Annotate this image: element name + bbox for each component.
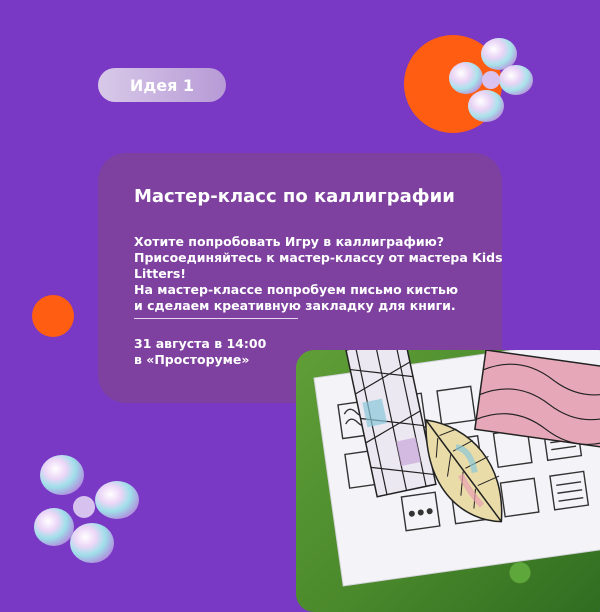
description-line: Присоединяйтесь к мастер-классу от масте… bbox=[134, 250, 503, 265]
idea-badge: Идея 1 bbox=[98, 68, 226, 102]
card-title: Мастер-класс по каллиграфии bbox=[134, 186, 455, 207]
event-location: в «Простоpуме» bbox=[134, 352, 250, 367]
description-line: и сделаем креативную закладку для книги. bbox=[134, 298, 456, 313]
idea-badge-label: Идея 1 bbox=[129, 75, 195, 95]
description-line: Хотите попробовать Игру в каллиграфию? bbox=[134, 234, 445, 249]
orange-circle-decoration-left bbox=[32, 295, 74, 337]
event-details: 31 августа в 14:00 в «Простоpуме» bbox=[134, 336, 266, 368]
calligraphy-photo bbox=[296, 350, 600, 612]
description-line: На мастер-классе попробуем письмо кистью bbox=[134, 282, 459, 297]
calligraphy-photo-illustration bbox=[313, 350, 600, 587]
event-date: 31 августа в 14:00 bbox=[134, 336, 267, 351]
description-line: Litters! bbox=[134, 266, 186, 281]
iridescent-flower-icon-bottom bbox=[34, 455, 139, 563]
card-divider bbox=[134, 318, 298, 319]
iridescent-flower-icon-top bbox=[449, 38, 533, 122]
card-description: Хотите попробовать Игру в каллиграфию? П… bbox=[134, 234, 503, 314]
